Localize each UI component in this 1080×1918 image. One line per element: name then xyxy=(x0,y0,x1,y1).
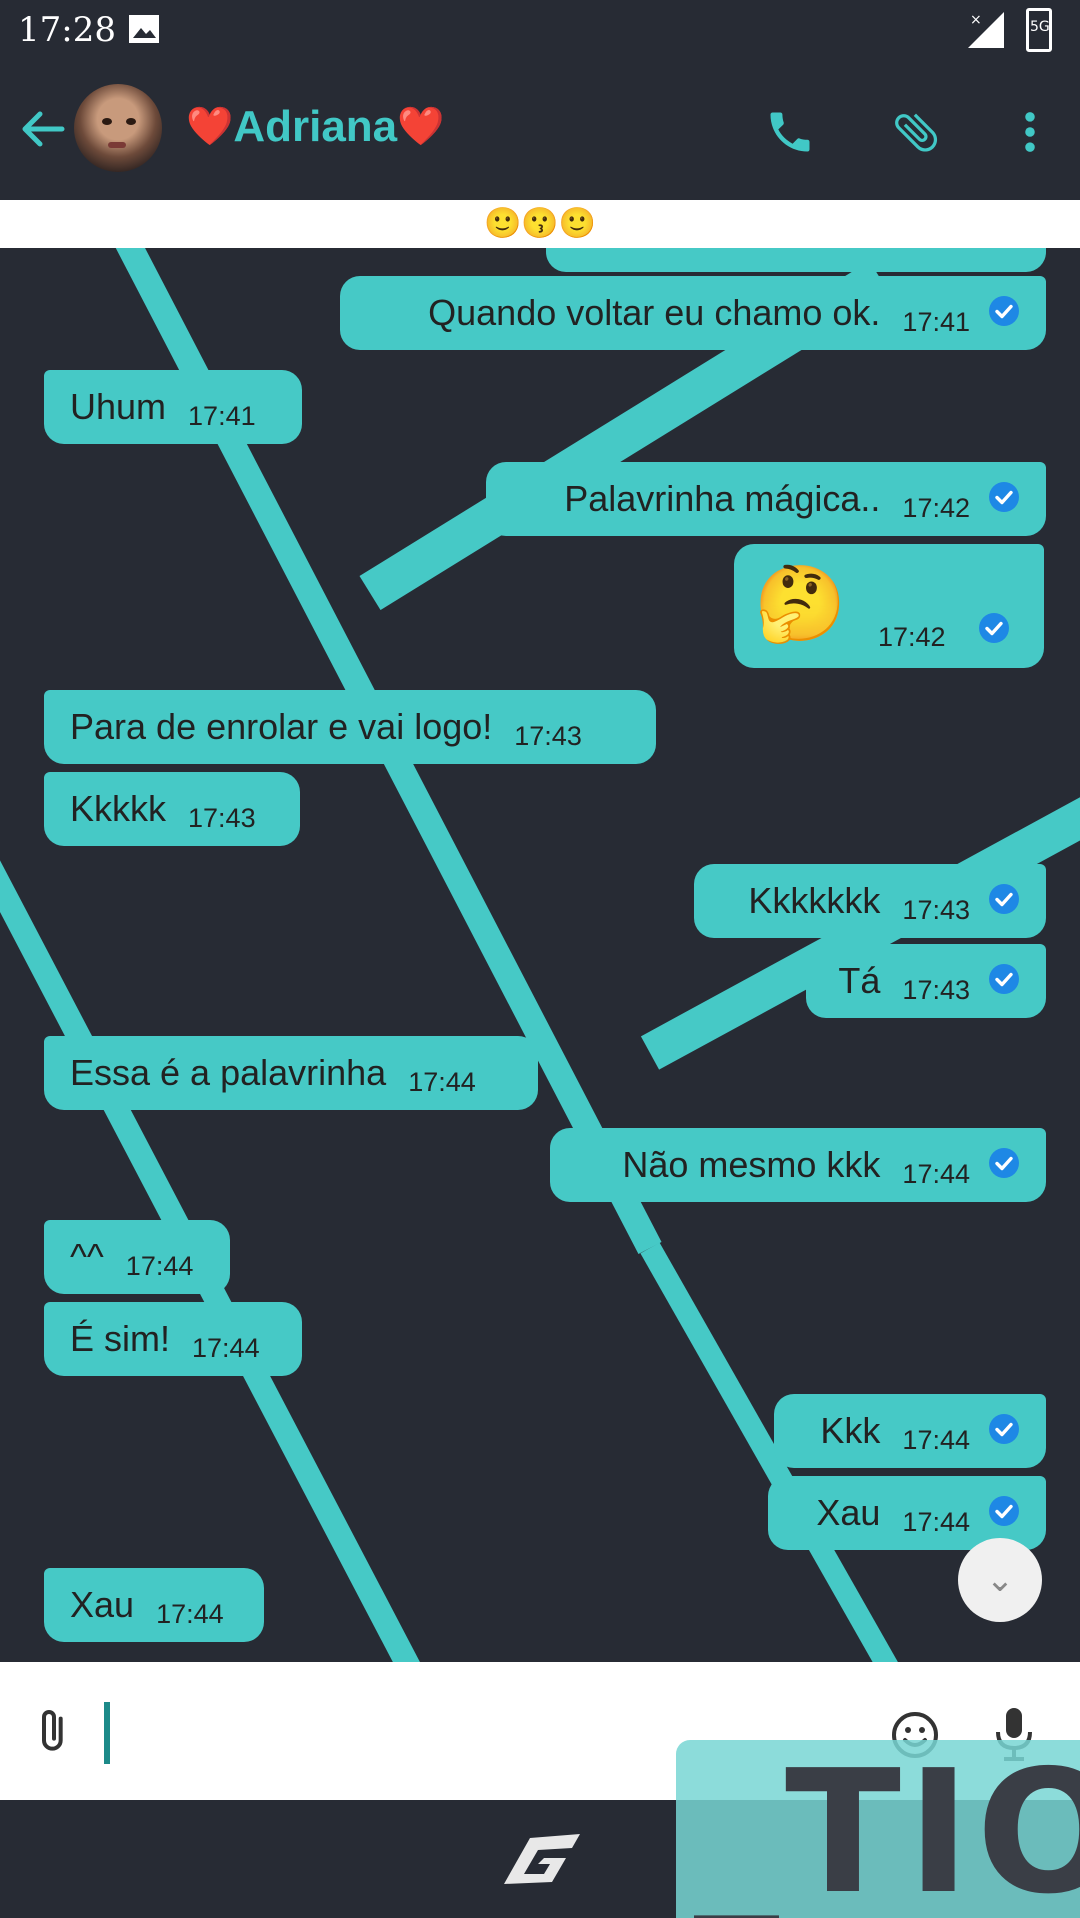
message-text: Kkk xyxy=(820,1410,881,1451)
status-time: 17:28 xyxy=(18,10,116,50)
message-time: 17:42 xyxy=(878,622,946,652)
read-check-icon xyxy=(989,964,1019,994)
message-bubble-incoming[interactable]: Kkkkk 17:43 xyxy=(44,772,300,846)
avatar[interactable] xyxy=(74,84,162,172)
contact-name[interactable]: ❤️ Adriana ❤️ xyxy=(186,102,444,152)
message-bubble-outgoing[interactable]: Tá 17:43 xyxy=(806,944,1046,1018)
message-bubble-incoming[interactable]: ^^ 17:44 xyxy=(44,1220,230,1294)
read-check-icon xyxy=(989,1414,1019,1444)
message-time: 17:43 xyxy=(902,894,970,925)
status-bar: 17:28 × 5G xyxy=(0,0,1080,62)
message-text: Palavrinha mágica.. xyxy=(564,478,881,519)
message-bubble-incoming[interactable]: Essa é a palavrinha 17:44 xyxy=(44,1036,538,1110)
read-check-icon xyxy=(989,1148,1019,1178)
arrow-left-icon[interactable] xyxy=(18,104,68,154)
message-time: 17:44 xyxy=(902,1158,970,1189)
message-time: 17:44 xyxy=(902,1506,970,1537)
read-check-icon xyxy=(989,884,1019,914)
message-text: É sim! xyxy=(70,1318,171,1359)
phone-icon[interactable] xyxy=(764,106,816,158)
chat-header: ❤️ Adriana ❤️ xyxy=(0,62,1080,200)
message-bubble-incoming[interactable]: Uhum 17:41 xyxy=(44,370,302,444)
message-time: 17:44 xyxy=(902,1424,970,1455)
watermark: _TIOLU xyxy=(676,1740,1080,1918)
message-text: Kkkkk xyxy=(70,788,167,829)
battery-icon: 5G xyxy=(1026,8,1052,52)
message-bubble-incoming[interactable]: Para de enrolar e vai logo! 17:43 xyxy=(44,690,656,764)
message-text: Tá xyxy=(838,960,881,1001)
chat-area[interactable]: Quando voltar eu chamo ok. 17:41 Uhum 17:41… xyxy=(0,248,1080,1662)
read-check-icon xyxy=(989,482,1019,512)
message-bubble-outgoing[interactable]: Palavrinha mágica.. 17:42 xyxy=(486,462,1046,536)
message-time: 17:44 xyxy=(156,1598,224,1629)
message-text: Para de enrolar e vai logo! xyxy=(70,706,493,747)
message-text: Kkkkkkk xyxy=(748,880,881,921)
signal-icon: × xyxy=(968,12,1004,48)
message-bubble-incoming[interactable]: Xau 17:44 xyxy=(44,1568,264,1642)
message-text: Xau xyxy=(816,1492,881,1533)
chevron-double-down-icon: ⌄ xyxy=(985,1561,1015,1599)
read-check-icon xyxy=(989,1496,1019,1526)
read-check-icon xyxy=(989,296,1019,326)
message-text: Quando voltar eu chamo ok. xyxy=(428,292,881,333)
paperclip-icon[interactable] xyxy=(890,106,942,158)
message-bubble-incoming[interactable]: É sim! 17:44 xyxy=(44,1302,302,1376)
message-time: 17:43 xyxy=(514,720,582,751)
message-time: 17:42 xyxy=(902,492,970,523)
read-check-icon xyxy=(979,613,1009,643)
message-text: Essa é a palavrinha xyxy=(70,1052,387,1093)
message-time: 17:44 xyxy=(408,1066,476,1097)
svg-text:×: × xyxy=(970,12,982,28)
message-time: 17:41 xyxy=(902,306,970,337)
message-time: 17:44 xyxy=(192,1332,260,1363)
heart-emoji: ❤️ xyxy=(397,106,445,148)
message-bubble-outgoing[interactable]: Kkk 17:44 xyxy=(774,1394,1046,1468)
scroll-down-button[interactable]: ⌄ xyxy=(958,1538,1042,1622)
network-type: 5G xyxy=(1030,19,1050,35)
message-time: 17:41 xyxy=(188,400,256,431)
status-banner: 🙂😗🙂 xyxy=(0,200,1080,248)
heart-emoji: ❤️ xyxy=(186,106,234,148)
message-bubble-outgoing[interactable]: Não mesmo kkk 17:44 xyxy=(550,1128,1046,1202)
message-time: 17:43 xyxy=(188,802,256,833)
message-text: Não mesmo kkk xyxy=(622,1144,881,1185)
attach-icon[interactable] xyxy=(34,1708,74,1756)
message-bubble-outgoing[interactable]: 🤔 17:42 xyxy=(734,544,1044,668)
nav-logo-icon[interactable] xyxy=(500,1830,584,1886)
message-time: 17:44 xyxy=(125,1250,194,1281)
message-text: Uhum xyxy=(70,386,167,427)
message-time: 17:43 xyxy=(902,974,970,1005)
contact-name-text: Adriana xyxy=(233,102,398,151)
banner-emojis: 🙂😗🙂 xyxy=(483,207,597,240)
message-bubble-outgoing[interactable]: Quando voltar eu chamo ok. 17:41 xyxy=(340,276,1046,350)
message-text: ^^ xyxy=(70,1236,104,1277)
message-text: Xau xyxy=(70,1584,135,1625)
more-vertical-icon[interactable] xyxy=(1004,106,1056,158)
message-bubble-partial xyxy=(546,248,1046,272)
image-notification-icon xyxy=(129,15,159,43)
message-bubble-outgoing[interactable]: Kkkkkkk 17:43 xyxy=(694,864,1046,938)
message-text: 🤔 xyxy=(754,562,847,645)
watermark-text: _TIOLU xyxy=(694,1740,1080,1918)
message-input[interactable] xyxy=(104,1702,110,1764)
